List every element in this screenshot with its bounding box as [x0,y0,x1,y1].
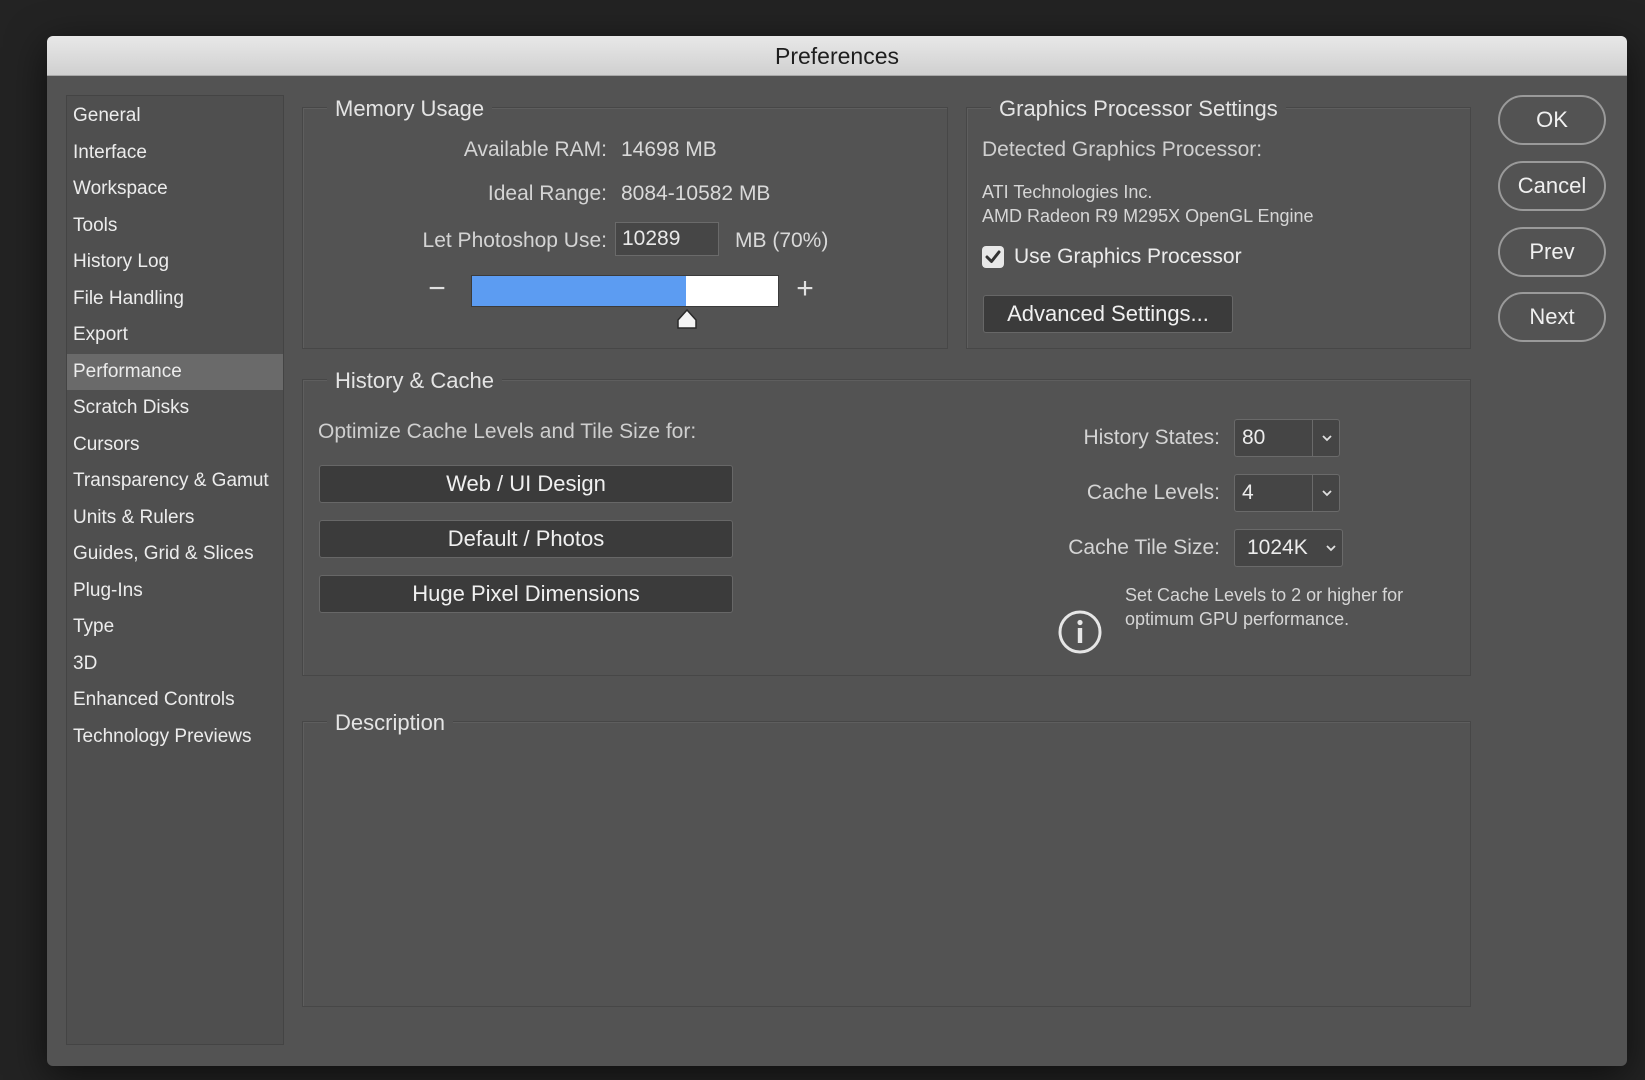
decrease-memory-button[interactable]: − [423,274,451,304]
huge-pixel-dimensions-button[interactable]: Huge Pixel Dimensions [319,575,733,613]
use-gpu-checkbox[interactable] [982,246,1004,268]
ideal-range-label: Ideal Range: [487,182,607,205]
chevron-down-icon [1322,490,1332,497]
sidebar-item-file-handling[interactable]: File Handling [67,281,283,318]
sidebar-item-plug-ins[interactable]: Plug-Ins [67,573,283,610]
cache-tile-size-label: Cache Tile Size: [1068,536,1220,559]
web-ui-design-button[interactable]: Web / UI Design [319,465,733,503]
cache-tile-size-value: 1024K [1247,536,1308,559]
ok-button[interactable]: OK [1498,95,1606,145]
sidebar-item-performance[interactable]: Performance [67,353,283,390]
sidebar-item-history-log[interactable]: History Log [67,244,283,281]
use-gpu-label[interactable]: Use Graphics Processor [1014,245,1242,269]
cache-tile-size-select[interactable]: 1024K [1234,529,1343,567]
gpu-settings-group: Graphics Processor Settings Detected Gra… [966,96,1471,349]
info-text-line1: Set Cache Levels to 2 or higher for [1125,585,1404,605]
sidebar-item-export[interactable]: Export [67,317,283,354]
sidebar-item-scratch-disks[interactable]: Scratch Disks [67,390,283,427]
memory-amount-input[interactable]: 10289 [615,222,719,256]
sidebar: General Interface Workspace Tools Histor… [66,95,284,1045]
info-text-line2: optimum GPU performance. [1125,609,1350,629]
sidebar-item-guides-grid-slices[interactable]: Guides, Grid & Slices [67,536,283,573]
memory-slider-track[interactable] [471,275,779,307]
chevron-down-icon [1322,435,1332,442]
history-states-value: 80 [1242,426,1266,449]
available-ram-value: 14698 MB [621,138,717,161]
ideal-range-value: 8084-10582 MB [621,182,771,205]
preferences-dialog: Preferences General Interface Workspace … [47,36,1627,1066]
detected-gpu-label: Detected Graphics Processor: [982,138,1263,161]
memory-slider-thumb[interactable] [676,309,698,329]
increase-memory-button[interactable]: + [791,274,819,304]
sidebar-item-tools[interactable]: Tools [67,208,283,245]
sidebar-item-units-rulers[interactable]: Units & Rulers [67,500,283,537]
gpu-vendor: ATI Technologies Inc. [982,182,1153,202]
sidebar-item-transparency-gamut[interactable]: Transparency & Gamut [67,463,283,500]
cache-levels-select[interactable]: 4 [1234,474,1340,512]
checkmark-icon [985,250,1001,263]
available-ram-label: Available RAM: [463,138,607,161]
sidebar-item-technology-previews[interactable]: Technology Previews [67,719,283,756]
sidebar-item-workspace[interactable]: Workspace [67,171,283,208]
cache-levels-label: Cache Levels: [1086,481,1220,504]
sidebar-item-general[interactable]: General [67,98,283,135]
cache-levels-value: 4 [1242,481,1254,504]
memory-percent-label: MB (70%) [735,229,829,252]
default-photos-button[interactable]: Default / Photos [319,520,733,558]
sidebar-item-3d[interactable]: 3D [67,646,283,683]
advanced-settings-button[interactable]: Advanced Settings... [983,295,1233,333]
gpu-engine: AMD Radeon R9 M295X OpenGL Engine [982,206,1314,226]
window-title: Preferences [47,36,1627,76]
history-cache-group: History & Cache Optimize Cache Levels an… [302,368,1471,676]
description-title: Description [327,710,454,736]
sidebar-item-interface[interactable]: Interface [67,135,283,172]
sidebar-item-cursors[interactable]: Cursors [67,427,283,464]
sidebar-item-enhanced-controls[interactable]: Enhanced Controls [67,682,283,719]
gpu-settings-title: Graphics Processor Settings [991,96,1286,122]
memory-usage-title: Memory Usage [327,96,493,122]
history-states-label: History States: [1083,426,1220,449]
memory-slider-fill [472,276,687,306]
history-cache-title: History & Cache [327,368,502,394]
cancel-button[interactable]: Cancel [1498,161,1606,211]
sidebar-item-type[interactable]: Type [67,609,283,646]
prev-button[interactable]: Prev [1498,227,1606,277]
info-icon [1058,610,1102,654]
chevron-down-icon [1326,545,1336,552]
memory-usage-group: Memory Usage Available RAM: 14698 MB Ide… [302,96,948,349]
optimize-cache-label: Optimize Cache Levels and Tile Size for: [318,420,697,443]
next-button[interactable]: Next [1498,292,1606,342]
description-group: Description [302,710,1471,1007]
history-states-select[interactable]: 80 [1234,419,1340,457]
let-photoshop-use-label: Let Photoshop Use: [422,229,607,252]
